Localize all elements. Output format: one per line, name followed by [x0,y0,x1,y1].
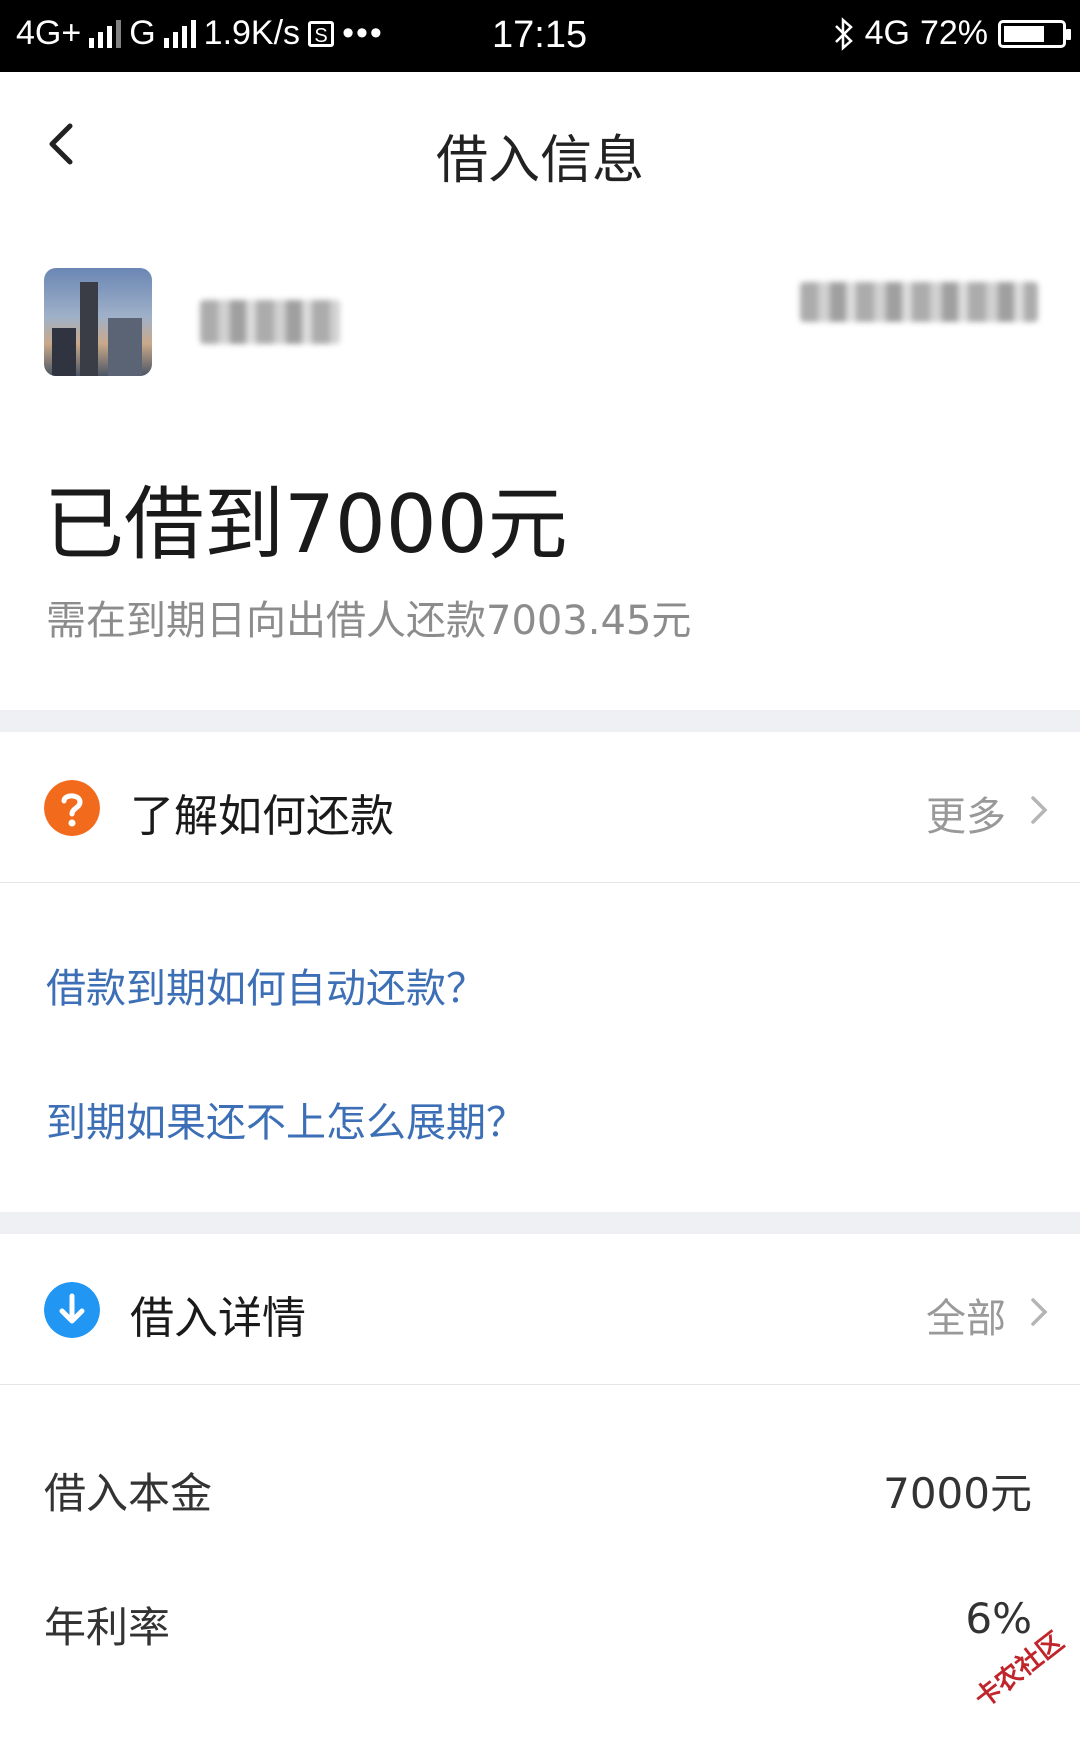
faq-link-auto-repay[interactable]: 借款到期如何自动还款？ [46,956,486,1014]
loan-repay-note: 需在到期日向出借人还款7003.45元 [46,598,692,644]
repay-help-title: 了解如何还款 [130,791,394,842]
repay-help-header[interactable]: 了解如何还款 更多 [0,732,1080,883]
annual-rate-label: 年利率 [44,1603,171,1652]
loan-headline: 已借到7000元 [44,478,568,571]
lender-profile [0,222,1080,392]
faq-link-extension[interactable]: 到期如果还不上怎么展期？ [46,1090,526,1148]
chevron-right-icon [1031,796,1048,824]
status-right: 4G 72% [833,14,1071,53]
question-icon [44,780,100,836]
all-link[interactable]: 全部 [926,1286,1006,1344]
borrow-detail-header[interactable]: 借入详情 全部 [0,1234,1080,1385]
network-label-3: 4G [864,14,910,52]
chevron-right-icon [1031,1298,1048,1326]
status-left: 4G+ G 1.9K/s S ••• [16,14,384,53]
more-dots-icon: ••• [342,14,384,52]
name-redacted [200,300,340,344]
more-link[interactable]: 更多 [926,784,1006,842]
principal-value: 7000元 [883,1469,1032,1518]
clock: 17:15 [492,14,588,56]
section-divider [0,710,1080,732]
arrow-down-icon [44,1282,100,1338]
network-label-2: G [129,14,156,52]
signal-icon [163,19,196,48]
network-speed: 1.9K/s [203,14,301,52]
status-bar: 4G+ G 1.9K/s S ••• 17:15 4G 72% [0,0,1080,72]
avatar [44,268,152,376]
network-label-1: 4G+ [16,14,82,52]
borrow-detail-title: 借入详情 [130,1293,306,1344]
bluetooth-icon [834,16,853,51]
battery-percent: 72% [919,14,988,52]
battery-icon [998,19,1071,48]
principal-label: 借入本金 [44,1469,213,1518]
app-notification-icon: S [308,20,335,47]
nav-bar: 借入信息 [0,72,1080,222]
section-divider [0,1212,1080,1234]
signal-icon [89,19,122,48]
page-title: 借入信息 [435,131,644,191]
account-redacted [800,282,1038,322]
annual-rate-value: 6% [965,1594,1032,1643]
battery-fill [1004,25,1044,42]
